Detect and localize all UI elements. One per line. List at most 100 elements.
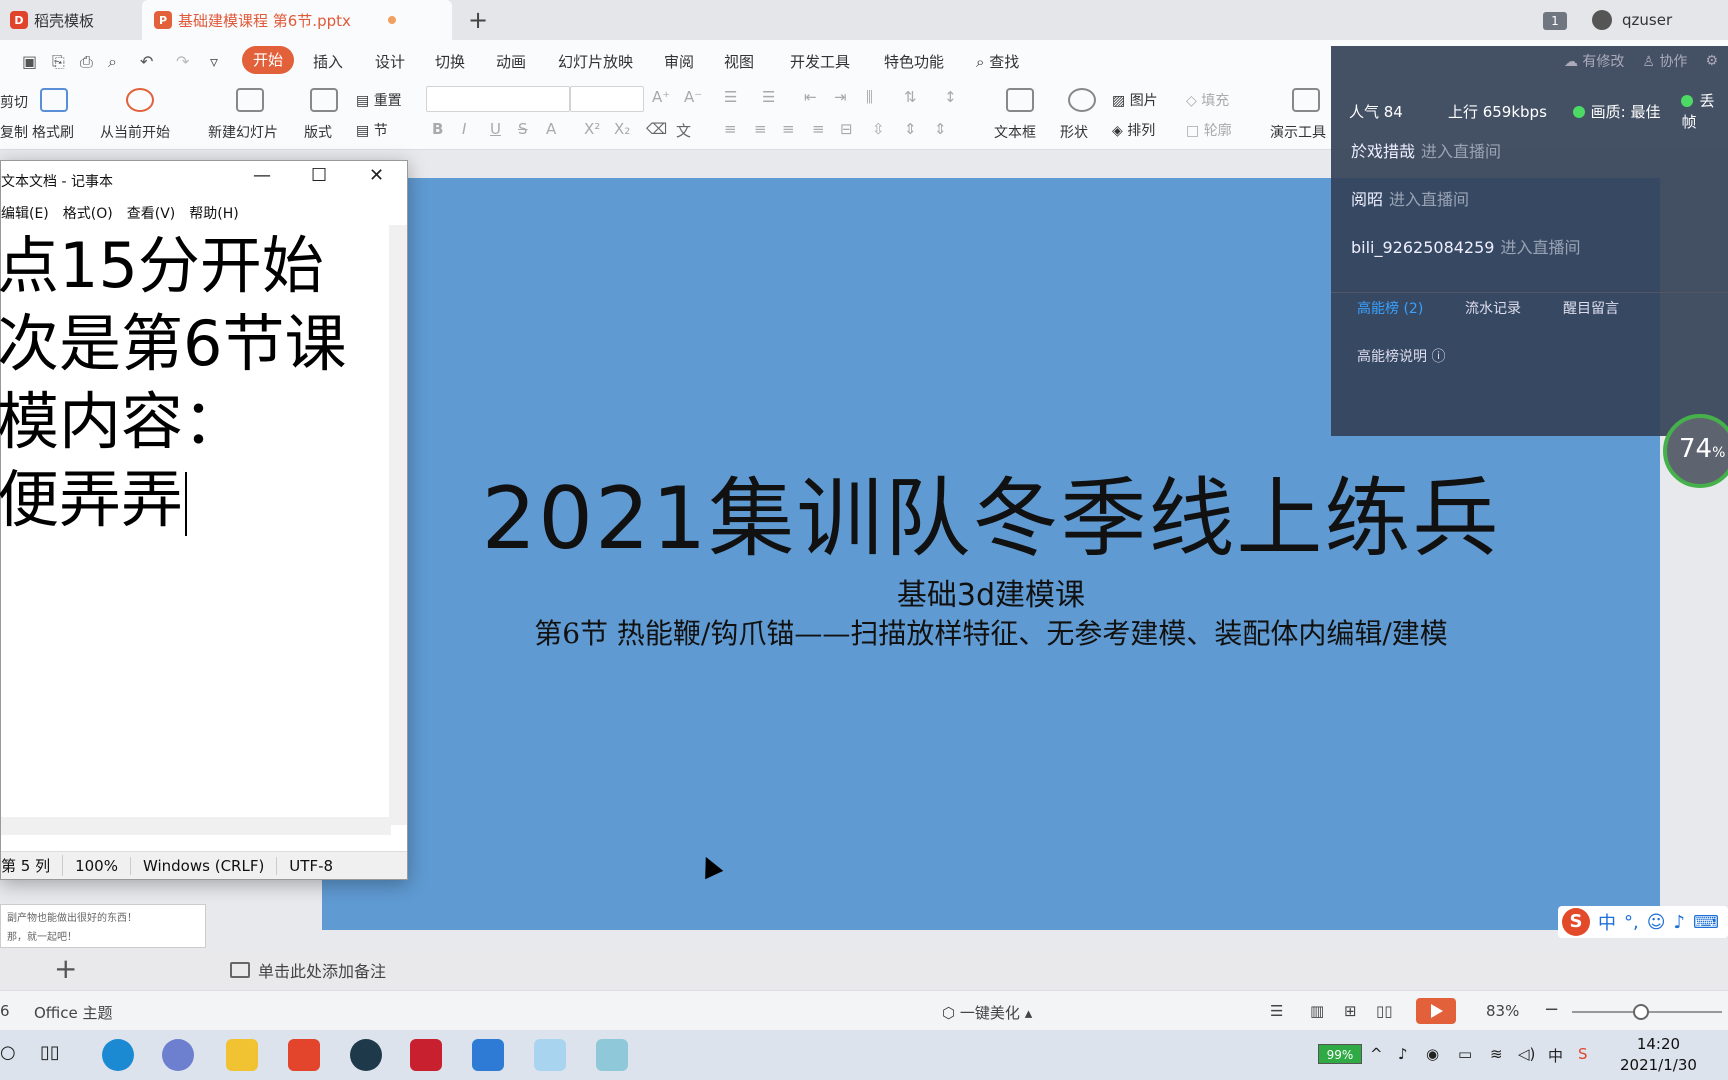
rank-help-link[interactable]: 高能榜说明 ⓘ: [1357, 346, 1445, 366]
underline-icon[interactable]: U: [490, 120, 501, 138]
menu-developer[interactable]: 开发工具: [790, 51, 850, 72]
decrease-font-icon[interactable]: A⁻: [684, 88, 702, 106]
picture-button[interactable]: ▨ 图片: [1112, 90, 1158, 110]
italic-icon[interactable]: I: [462, 120, 466, 138]
modified-indicator[interactable]: ☁ 有修改: [1564, 51, 1624, 71]
bold-icon[interactable]: B: [432, 120, 443, 138]
cut-button[interactable]: 剪切: [0, 92, 28, 112]
notepad-vertical-scrollbar[interactable]: [389, 225, 407, 825]
qq-icon[interactable]: ◉: [1426, 1045, 1439, 1063]
obs-icon[interactable]: [350, 1039, 382, 1071]
notepad-text-area[interactable]: 点15分开始 次是第6节课 模内容： 便弄弄: [0, 227, 381, 787]
keyboard-icon[interactable]: ⌨: [1693, 912, 1719, 933]
beautify-button[interactable]: ⬡ 一键美化 ▴: [942, 1002, 1032, 1023]
quick-access-more-icon[interactable]: ▿: [210, 52, 218, 71]
page-indicator[interactable]: 6: [0, 1002, 10, 1020]
tab-templates[interactable]: D 稻壳模板: [0, 0, 140, 40]
superscript-icon[interactable]: X²: [584, 120, 600, 138]
save-icon[interactable]: ▣: [22, 52, 37, 71]
close-icon[interactable]: ✕: [369, 165, 384, 186]
notepad-menu-edit[interactable]: 编辑(E): [1, 203, 49, 223]
search-taskbar-icon[interactable]: ○: [0, 1042, 16, 1063]
network-device-icon[interactable]: ▭: [1458, 1045, 1472, 1063]
zoom-level[interactable]: 83%: [1486, 1002, 1519, 1020]
font-color-icon[interactable]: A: [546, 120, 556, 138]
user-account[interactable]: qzuser: [1592, 10, 1672, 30]
paragraph-spacing-icon[interactable]: ⇕: [904, 120, 917, 138]
reset-button[interactable]: ▤ 重置: [356, 90, 402, 110]
microphone-icon[interactable]: ♪: [1398, 1045, 1408, 1063]
distribute-icon[interactable]: ⊟: [840, 120, 853, 138]
align-left-icon[interactable]: ≡: [724, 120, 737, 138]
ime-language[interactable]: 中: [1598, 909, 1616, 935]
notepad-taskbar-icon[interactable]: [596, 1039, 628, 1071]
system-clock[interactable]: 14:20 2021/1/30: [1620, 1034, 1697, 1076]
file-explorer-icon[interactable]: [226, 1039, 258, 1071]
shape-button[interactable]: 形状: [1060, 122, 1088, 142]
menu-features[interactable]: 特色功能: [884, 51, 944, 72]
progress-gauge[interactable]: 74%: [1663, 414, 1728, 488]
subscript-icon[interactable]: X₂: [614, 120, 630, 138]
notes-toggle-icon[interactable]: ☰: [1270, 1002, 1283, 1020]
reading-view-icon[interactable]: ▯▯: [1376, 1002, 1393, 1020]
maximize-icon[interactable]: ☐: [311, 165, 327, 186]
tab-flow-records[interactable]: 流水记录: [1465, 298, 1521, 318]
layout-button[interactable]: 版式: [304, 122, 332, 142]
notepad-window[interactable]: 文本文档 - 记事本 — ☐ ✕ 编辑(E) 格式(O) 查看(V) 帮助(H)…: [0, 160, 408, 880]
section-button[interactable]: ▤ 节: [356, 120, 388, 140]
from-current-button[interactable]: 从当前开始: [100, 122, 170, 142]
numbered-list-icon[interactable]: ☰: [762, 88, 775, 106]
undo-icon[interactable]: ↶: [140, 52, 153, 71]
wps-writer-icon[interactable]: [472, 1039, 504, 1071]
tray-ime-language[interactable]: 中: [1548, 1045, 1563, 1066]
sogou-tray-icon[interactable]: S: [1578, 1045, 1588, 1063]
slide-subtitle[interactable]: 基础3d建模课: [322, 570, 1660, 614]
notepad-menu-view[interactable]: 查看(V): [127, 203, 176, 223]
decrease-indent-icon[interactable]: ⇤: [804, 88, 817, 106]
live-streaming-icon[interactable]: [534, 1039, 566, 1071]
show-hidden-icons-chevron-icon[interactable]: ^: [1370, 1045, 1383, 1063]
text-direction-icon[interactable]: ⇅: [904, 88, 917, 106]
paragraph-settings-icon[interactable]: ⇕: [934, 120, 947, 138]
theme-name[interactable]: Office 主题: [34, 1002, 113, 1023]
slide-thumbnail[interactable]: 副产物也能做出很好的东西！ 那，就一起吧！: [0, 904, 206, 948]
align-right-icon[interactable]: ≡: [782, 120, 795, 138]
tab-super-chat[interactable]: 醒目留言: [1563, 298, 1619, 318]
wifi-icon[interactable]: ≋: [1490, 1045, 1503, 1063]
tab-document[interactable]: P 基础建模课程 第6节.pptx: [142, 0, 452, 40]
menu-insert[interactable]: 插入: [313, 51, 343, 72]
window-count-badge[interactable]: 1: [1543, 12, 1567, 30]
notes-bar[interactable]: 单击此处添加备注: [230, 958, 386, 982]
zoom-slider-handle[interactable]: [1633, 1004, 1649, 1020]
volume-icon[interactable]: ◁): [1518, 1045, 1535, 1063]
task-view-icon[interactable]: ▯▯: [40, 1042, 60, 1063]
slide-description[interactable]: 第6节 热能鞭/钩爪锚——扫描放样特征、无参考建模、装配体内编辑/建模: [502, 618, 1480, 650]
minimize-icon[interactable]: —: [253, 165, 271, 186]
menu-view[interactable]: 视图: [724, 51, 754, 72]
notepad-menu-help[interactable]: 帮助(H): [189, 203, 238, 223]
slide-title[interactable]: 2021集训队冬季线上练兵: [322, 448, 1660, 573]
tab-energy-rank[interactable]: 高能榜 (2): [1357, 298, 1423, 318]
menu-review[interactable]: 审阅: [664, 51, 694, 72]
menu-design[interactable]: 设计: [375, 51, 405, 72]
office-icon[interactable]: [288, 1039, 320, 1071]
notepad-menu-format[interactable]: 格式(O): [63, 203, 113, 223]
present-tools-button[interactable]: 演示工具: [1270, 122, 1326, 142]
edge-browser-icon[interactable]: [102, 1039, 134, 1071]
textbox-button[interactable]: 文本框: [994, 122, 1036, 142]
fill-button[interactable]: ◇ 填充: [1186, 90, 1229, 110]
increase-indent-icon[interactable]: ⇥: [834, 88, 847, 106]
normal-view-icon[interactable]: ▥: [1310, 1002, 1324, 1020]
clear-format-icon[interactable]: ⌫: [646, 120, 667, 138]
emoji-icon[interactable]: ☺: [1647, 912, 1666, 933]
solidworks-icon[interactable]: [410, 1039, 442, 1071]
live-stream-panel[interactable]: ☁ 有修改 ♙ 协作 ⚙ 人气 84 上行 659kbps 画质: 最佳 丢帧 …: [1331, 46, 1728, 436]
text-effect-icon[interactable]: 文: [676, 120, 691, 141]
menu-start[interactable]: 开始: [242, 46, 294, 74]
font-family-select[interactable]: [426, 86, 570, 112]
ime-punctuation[interactable]: °,: [1624, 912, 1639, 933]
notepad-horizontal-scrollbar[interactable]: [1, 817, 391, 835]
new-slide-button[interactable]: 新建幻灯片: [208, 122, 278, 142]
settings-gear-icon[interactable]: ⚙: [1705, 53, 1718, 69]
vertical-align-icon[interactable]: ⇳: [872, 120, 885, 138]
